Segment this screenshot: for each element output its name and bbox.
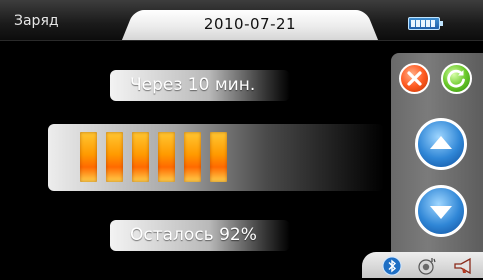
scroll-down-button[interactable] — [415, 185, 467, 237]
arrow-up-icon — [430, 136, 452, 149]
charge-segment — [106, 132, 123, 182]
charge-segment — [210, 132, 227, 182]
charge-progress-bar — [48, 124, 384, 191]
charge-segment — [80, 132, 97, 182]
horn-icon[interactable] — [452, 256, 476, 280]
close-button[interactable] — [399, 63, 430, 94]
close-icon — [407, 71, 422, 86]
arrow-down-icon — [430, 206, 452, 219]
screen-title: Заряд — [14, 13, 59, 29]
charge-segment — [158, 132, 175, 182]
charge-segment — [184, 132, 201, 182]
time-remaining-label: Через 10 мин. — [110, 70, 290, 101]
scroll-up-button[interactable] — [415, 118, 467, 170]
date-tab: 2010-07-21 — [138, 10, 362, 40]
top-bar: Заряд 2010-07-21 — [0, 0, 483, 41]
bluetooth-icon[interactable] — [382, 256, 402, 280]
charge-segment — [132, 132, 149, 182]
refresh-icon — [447, 69, 465, 88]
date-label: 2010-07-21 — [203, 15, 297, 33]
speaker-icon[interactable] — [417, 256, 439, 280]
battery-percent-label: Осталось 92% — [110, 220, 290, 251]
battery-full-icon — [408, 17, 443, 30]
refresh-button[interactable] — [441, 63, 472, 94]
